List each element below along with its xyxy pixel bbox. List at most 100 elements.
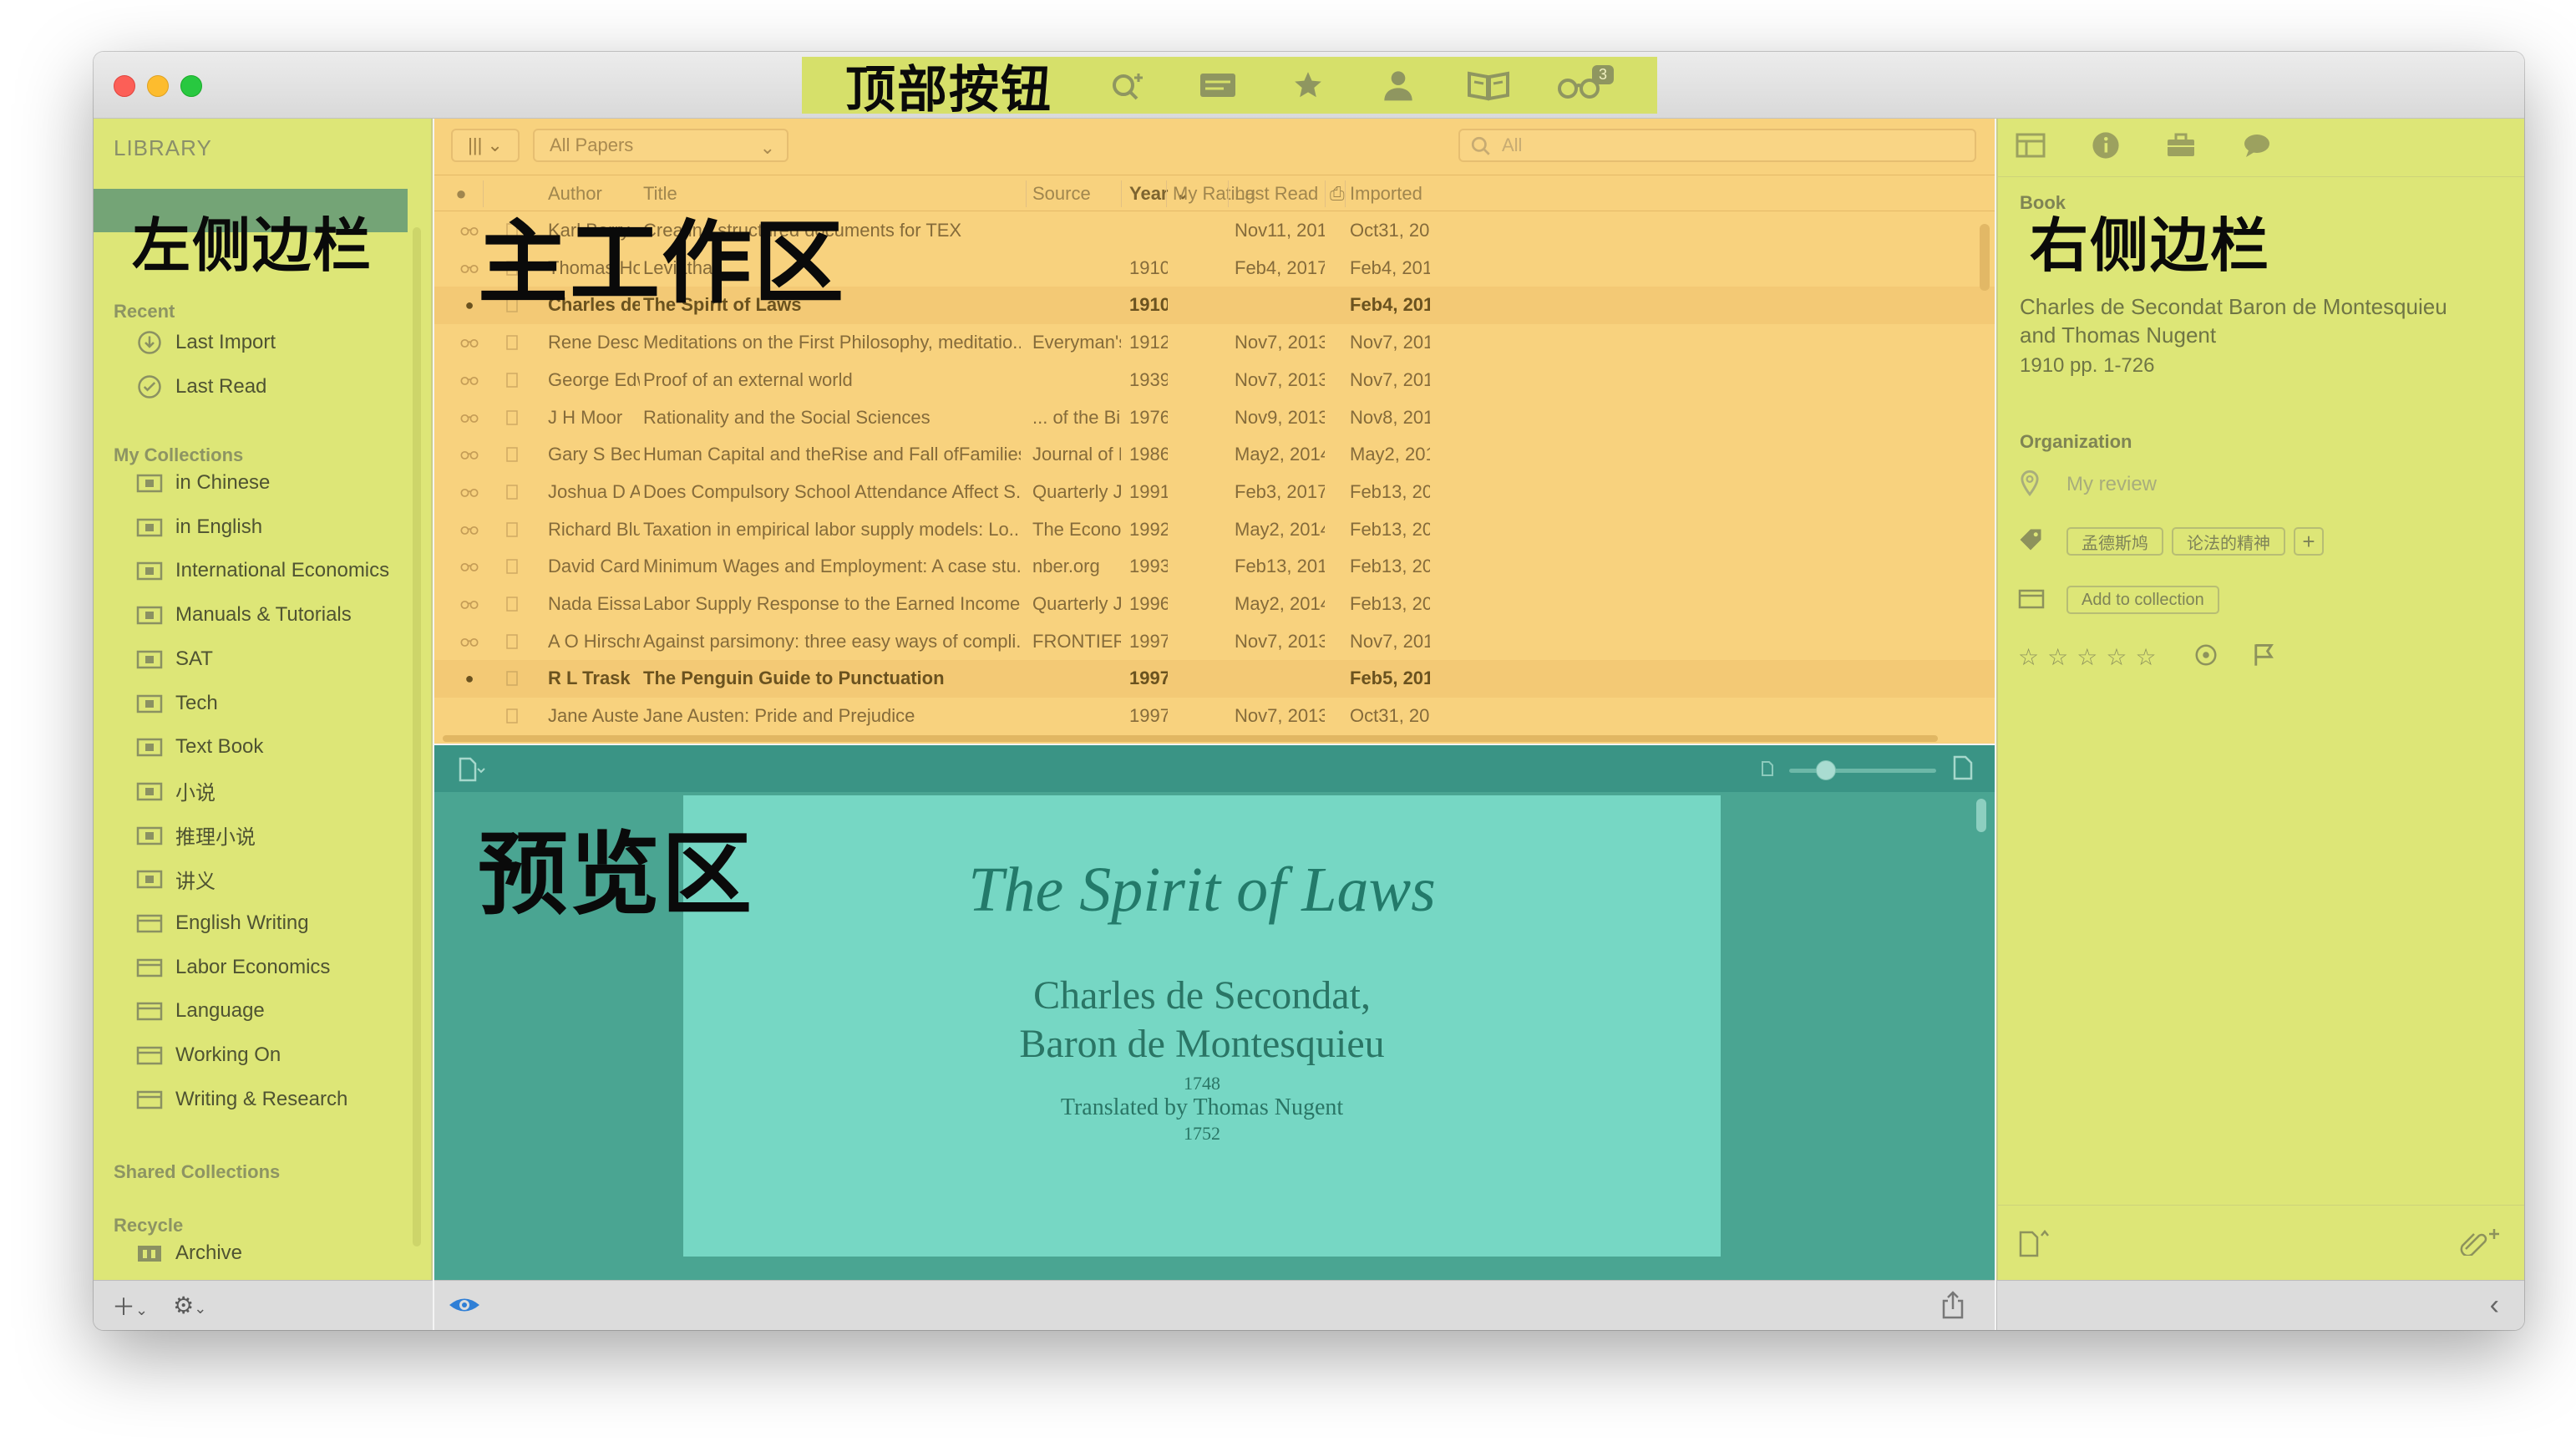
review-input[interactable]: My review [2066,473,2157,496]
person-icon[interactable] [1353,60,1443,110]
sidebar-item-collection[interactable]: Working On [135,1037,281,1074]
organization-heading: Organization [2020,431,2132,452]
share-icon[interactable] [1941,1291,1965,1323]
cell-title: Against parsimony: three easy ways of co… [643,630,1021,652]
column-header-year-label: Year [1129,183,1169,204]
sidebar-item-collection[interactable]: 推理小说 [135,817,256,854]
zoom-slider[interactable] [1789,769,1936,773]
cell-title: Minimum Wages and Employment: A case stu… [643,556,1021,577]
collapse-sidebar-icon[interactable]: ‹ [2490,1289,2499,1322]
star-outline-icon[interactable]: ☆ [2106,643,2127,671]
document-icon[interactable] [458,757,486,786]
close-window-button[interactable] [114,75,135,97]
add-tag-button[interactable]: + [2294,527,2324,556]
sidebar-item-collection[interactable]: SAT [135,641,213,678]
add-collection-menu[interactable]: ＋⌄ [112,1289,148,1323]
sidebar-item-collection[interactable]: Text Book [135,729,263,765]
sidebar-item-collection[interactable]: 讲义 [135,861,216,897]
glasses-icon [459,548,479,585]
flag-icon[interactable] [2252,642,2275,672]
table-row[interactable]: Richard Blundell...Taxation in empirical… [434,511,1995,549]
star-rating[interactable]: ☆ ☆ ☆ ☆ ☆ [2018,643,2157,671]
sidebar-item-collection[interactable]: English Writing [135,905,309,942]
table-row[interactable]: Rene DescartesMeditations on the First P… [434,324,1995,362]
attachment-icon[interactable] [2457,1227,2501,1260]
zoom-in-icon[interactable] [1953,755,1973,784]
item-authors[interactable]: Charles de Secondat Baron de Montesquieu… [2020,292,2454,349]
star-outline-icon[interactable]: ☆ [2077,643,2097,671]
papers-filter-select[interactable]: All Papers ⌄ [533,129,789,162]
table-row[interactable]: Joshua D Angris...Does Compulsory School… [434,474,1995,511]
cell-imported: Feb13, 2014, 21:. [1350,518,1430,540]
sidebar-item-label: 小说 [175,782,216,805]
column-unread-dot[interactable]: ● [451,177,471,211]
sidebar-item-collection[interactable]: International Economics [135,552,389,589]
table-row[interactable]: ● R L Trask The Penguin Guide to Punctuati… [434,660,1995,698]
sidebar-item-collection[interactable]: Language [135,993,265,1029]
sidebar-item-recent[interactable]: Last Import [135,324,276,361]
column-header-last-read[interactable]: Last Read [1235,177,1318,211]
search-add-icon[interactable] [1083,60,1173,110]
table-row[interactable]: A O HirschmanAgainst parsimony: three ea… [434,623,1995,661]
glasses-icon[interactable]: 3 [1534,60,1624,110]
add-to-collection-button[interactable]: Add to collection [2066,586,2219,614]
column-view-button[interactable]: ||| ⌄ [451,129,520,162]
smart-collection-icon [135,825,164,846]
zoom-window-button[interactable] [180,75,202,97]
star-outline-icon[interactable]: ☆ [2135,643,2156,671]
library-heading: LIBRARY [114,135,212,160]
gear-icon[interactable]: ⚙⌄ [173,1292,206,1319]
table-row[interactable]: J H Moor Rationality and the Social Scien… [434,399,1995,437]
sidebar-item-collection[interactable]: Writing & Research [135,1081,347,1118]
table-row[interactable]: David Card and...Minimum Wages and Emplo… [434,548,1995,586]
tag-chip[interactable]: 论法的精神 [2172,527,2285,556]
card-icon[interactable] [1173,60,1263,110]
sidebar-item-archive[interactable]: Archive [135,1235,242,1272]
printer-icon[interactable]: ⎙ [1330,177,1346,211]
sidebar-item-collection[interactable]: 小说 [135,773,216,810]
vertical-scrollbar[interactable] [1980,224,1990,291]
right-bottom-bar: ‹ [1996,1280,2524,1330]
sidebar-item-collection[interactable]: in English [135,509,262,546]
column-header-source[interactable]: Source [1032,177,1091,211]
table-row[interactable]: Gary S Becker a...Human Capital and theR… [434,436,1995,474]
star-outline-icon[interactable]: ☆ [2047,643,2068,671]
table-row[interactable]: George Edward...Proof of an external wor… [434,362,1995,399]
chevron-down-icon: ⌄ [759,137,775,158]
target-icon[interactable] [2193,642,2219,672]
glasses-icon [459,436,479,473]
preview-author-line1: Charles de Secondat, [1033,973,1371,1018]
layout-icon[interactable] [2015,132,2046,163]
column-header-imported[interactable]: Imported [1350,177,1422,211]
table-row[interactable]: Nada Eissa and...Labor Supply Response t… [434,586,1995,623]
comment-icon[interactable] [2242,132,2272,163]
eye-icon[interactable] [448,1292,481,1322]
horizontal-scrollbar[interactable] [443,735,1938,742]
table-row[interactable]: Jane Austen Jane Austen: Pride and Prejud… [434,698,1995,735]
info-icon[interactable] [2092,131,2120,164]
preview-page[interactable]: The Spirit of Laws Charles de Secondat, … [683,795,1721,1257]
new-note-icon[interactable] [2018,1227,2055,1262]
sidebar-item-recent[interactable]: Last Read [135,368,266,405]
book-icon[interactable] [1443,60,1534,110]
briefcase-icon[interactable] [2165,132,2197,163]
sidebar-item-collection[interactable]: Labor Economics [135,949,330,986]
sidebar-item-collection[interactable]: in Chinese [135,465,270,501]
cell-source: nber.org [1032,556,1100,577]
smart-collection-icon [135,868,164,890]
cell-author: Nada Eissa and... [548,593,640,614]
search-input[interactable]: All [1458,129,1976,162]
sidebar-item-label: SAT [175,647,213,670]
star-icon[interactable] [1263,60,1353,110]
cell-last-read: Feb13, 2014, 20:... [1235,556,1325,577]
minimize-window-button[interactable] [147,75,169,97]
zoom-out-icon[interactable] [1761,760,1774,781]
star-outline-icon[interactable]: ☆ [2018,643,2039,671]
zoom-slider-knob[interactable] [1816,760,1836,780]
sidebar-item-collection[interactable]: Manuals & Tutorials [135,597,352,633]
tag-chip[interactable]: 孟德斯鸠 [2066,527,2163,556]
sidebar-scrollbar[interactable] [413,227,421,1247]
preview-scrollbar[interactable] [1976,799,1986,832]
search-placeholder: All [1502,135,1523,155]
sidebar-item-collection[interactable]: Tech [135,685,218,722]
